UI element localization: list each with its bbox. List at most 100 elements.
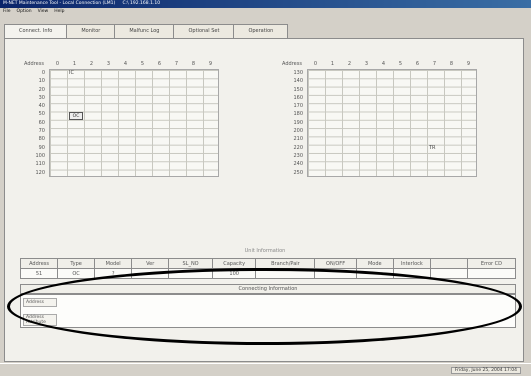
unit-info-header-cell: [429, 258, 468, 269]
grid-right-col-label: 4: [381, 61, 386, 67]
grid-left-row-label: 60: [38, 119, 45, 126]
unit-info-value-cell: 100: [211, 268, 257, 279]
grid-right-address-header: Address: [282, 61, 302, 67]
grid-left-col-label: 8: [191, 61, 196, 67]
grid-left-row-label: 100: [35, 152, 45, 159]
grid-left-unit-marker[interactable]: OC: [69, 111, 83, 120]
grid-left-row-label: 80: [38, 136, 45, 143]
grid-left-col-label: 1: [72, 61, 77, 67]
unit-info-value-row: 51 OC? 100: [19, 268, 517, 279]
connecting-info-area: Address Address Attribute: [20, 294, 516, 328]
grid-right-row-label: 220: [293, 144, 303, 151]
grid-left-col-label: 4: [123, 61, 128, 67]
unit-info-value-cell: [314, 268, 357, 279]
unit-info-value-cell: OC: [57, 268, 96, 279]
unit-info-header-cell: Branch/Pair: [255, 258, 316, 269]
grid-right-row-label: 140: [293, 78, 303, 85]
grid-left-unit-marker[interactable]: IC: [69, 70, 74, 76]
unit-info-value-cell: [131, 268, 170, 279]
grid-right-row-label: 150: [293, 86, 303, 93]
grid-left-row-label: 20: [38, 86, 45, 93]
unit-info-title: Unit Information: [244, 248, 286, 254]
unit-info-value-cell: [355, 268, 394, 279]
tab-monitor[interactable]: Monitor: [66, 24, 116, 38]
grid-left-col-label: 7: [174, 61, 179, 67]
grid-left-row-label: 110: [35, 161, 45, 168]
menu-help[interactable]: Help: [54, 8, 64, 15]
grid-right-col-label: 9: [466, 61, 471, 67]
grid-right-row-labels: 130 140 150 160 170 180 190 200 210 220 230 240 250: [277, 69, 303, 177]
grid-left-row-label: 0: [41, 70, 45, 76]
grid-left-row-label: 120: [35, 169, 45, 176]
unit-info-value-cell: [392, 268, 431, 279]
grid-right-row-label: 160: [293, 94, 303, 101]
grid-left-row-label: 30: [38, 94, 45, 101]
menu-bar: File Option View Help: [0, 8, 531, 15]
grid-left-column-header: Address 0 1 2 3 4 5 6 7 8 9: [19, 59, 219, 69]
grid-left-col-label: 0: [55, 61, 60, 67]
grid-left-col-label: 2: [89, 61, 94, 67]
tab-optional-set[interactable]: Optional Set: [173, 24, 235, 38]
menu-option[interactable]: Option: [17, 8, 32, 15]
grid-right-col-label: 6: [415, 61, 420, 67]
unit-info-header-cell: Capacity: [211, 258, 257, 269]
tab-strip: Connect. Info Monitor Malfunc Log Option…: [4, 24, 289, 39]
tab-operation[interactable]: Operation: [233, 24, 289, 38]
grid-right-row-label: 170: [293, 103, 303, 110]
tab-malfunc-log[interactable]: Malfunc Log: [114, 24, 175, 38]
grid-left-row-label: 40: [38, 103, 45, 110]
grid-left-col-label: 6: [157, 61, 162, 67]
unit-info-value-cell: [429, 268, 468, 279]
grid-left-row-label: 50: [38, 111, 45, 118]
address-grid-left: Address 0 1 2 3 4 5 6 7 8 9 0 10 20 30 40 50 60 7 0 80 90 100 1…: [19, 59, 259, 189]
unit-info-header-cell: Address: [19, 258, 59, 269]
grid-right-column-header: Address 0 1 2 3 4 5 6 7 8 9: [277, 59, 477, 69]
grid-right-row-label: 250: [293, 169, 303, 176]
grid-right-unit-marker[interactable]: TR: [429, 145, 436, 151]
grid-left-row-label: 90: [38, 144, 45, 151]
grid-left-col-label: 5: [140, 61, 145, 67]
window-title-extra: C:\ 192.168.1.10: [122, 1, 161, 6]
unit-info-header-cell: Interlock: [392, 258, 431, 269]
grid-right-row-label: 210: [293, 136, 303, 143]
status-date: Friday, June 25, 2004 17:04: [450, 367, 521, 374]
grid-left-col-label: 9: [208, 61, 213, 67]
unit-info-value-cell: [168, 268, 213, 279]
unit-info-value-cell: ?: [94, 268, 133, 279]
grid-left-row-label: 10: [38, 78, 45, 85]
tab-connect-info[interactable]: Connect. Info: [4, 24, 68, 39]
unit-info-header-cell: Error CD: [466, 258, 517, 269]
unit-info-table: Address Type Model Ver SL_NO Capacity Branch/P…: [19, 258, 517, 279]
connecting-address-attribute-label: Address Attribute: [23, 314, 57, 326]
grid-left-cells[interactable]: IC OC: [49, 69, 219, 177]
window-title: M-NET Maintenance Tool - Local Connectio…: [3, 1, 116, 6]
grid-right-row-label: 130: [293, 70, 303, 76]
grid-right-row-label: 240: [293, 161, 303, 168]
unit-info-header-cell: ON/OFF: [314, 258, 357, 269]
grid-right-col-label: 5: [398, 61, 403, 67]
grid-left-col-label: 3: [106, 61, 111, 67]
unit-info-header-cell: Ver: [131, 258, 170, 269]
connecting-info-title: Connecting Information: [20, 284, 516, 294]
grid-right-col-label: 8: [449, 61, 454, 67]
grid-right-row-label: 230: [293, 152, 303, 159]
grid-left-row-labels: 0 10 20 30 40 50 60 70 80 90 100 110 120: [19, 69, 45, 177]
grid-right-col-label: 1: [330, 61, 335, 67]
connecting-address-label: Address: [23, 298, 57, 307]
grid-left-address-header: Address: [24, 61, 44, 67]
grid-right-col-label: 0: [313, 61, 318, 67]
unit-info-header-cell: SL_NO: [168, 258, 213, 269]
grid-right-col-label: 3: [364, 61, 369, 67]
menu-view[interactable]: View: [38, 8, 49, 15]
unit-info-header-cell: Type: [57, 258, 96, 269]
grid-right-cells[interactable]: TR: [307, 69, 477, 177]
unit-info-header-cell: Mode: [355, 258, 394, 269]
menu-file[interactable]: File: [3, 8, 11, 15]
grid-right-row-label: 200: [293, 128, 303, 135]
unit-info-value-cell: [255, 268, 316, 279]
grid-right-row-label: 190: [293, 119, 303, 126]
unit-info-header-cell: Model: [94, 258, 133, 269]
grid-right-col-label: 7: [432, 61, 437, 67]
grid-right-col-label: 2: [347, 61, 352, 67]
unit-info-value-cell: 51: [19, 268, 59, 279]
